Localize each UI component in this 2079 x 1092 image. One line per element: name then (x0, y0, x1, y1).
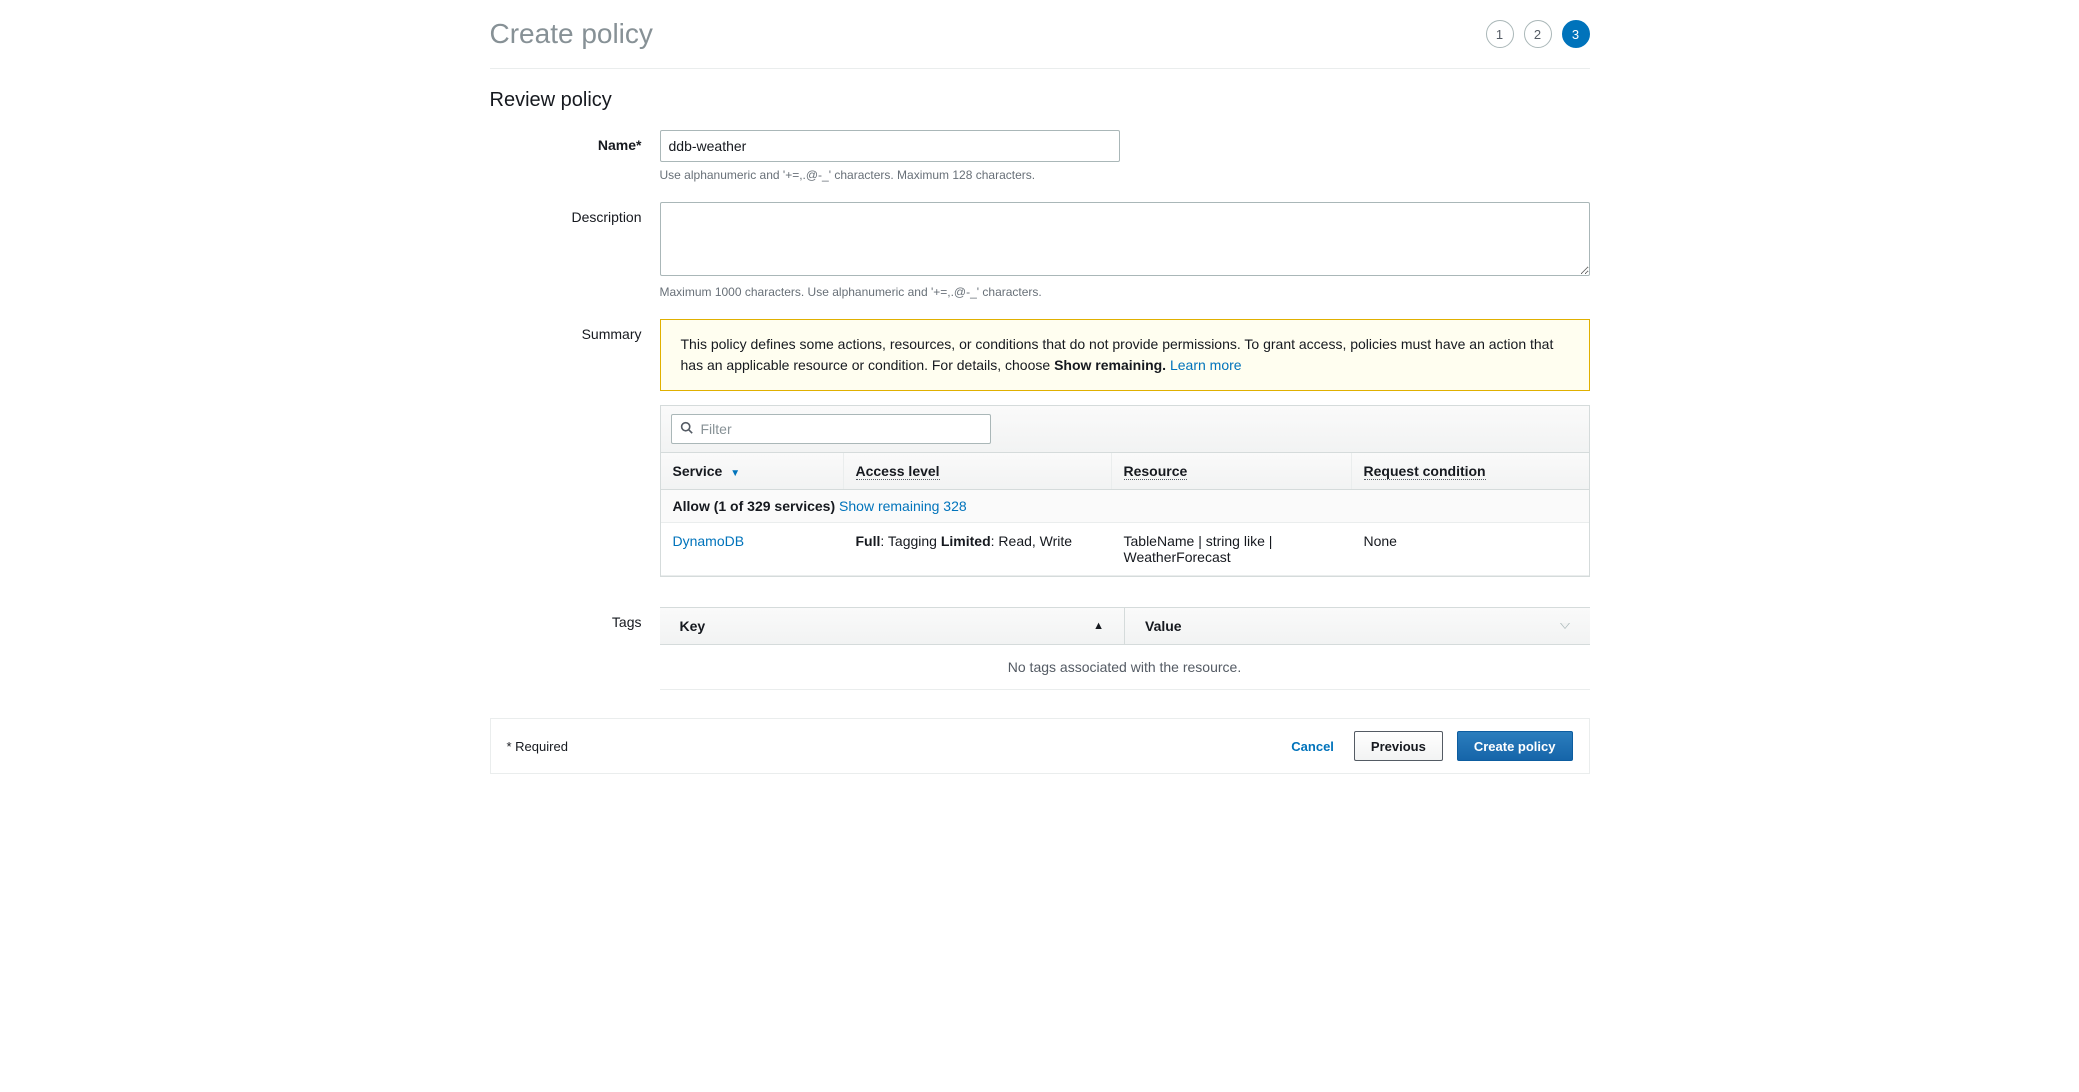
wizard-step-2[interactable]: 2 (1524, 20, 1552, 48)
col-resource-header[interactable]: Resource (1112, 453, 1352, 489)
summary-panel: Service ▼ Access level Resource Request … (660, 405, 1590, 577)
service-link[interactable]: DynamoDB (673, 533, 745, 549)
tags-row: Tags Key ▲ Value No tags associated with… (490, 607, 1590, 690)
sort-desc-icon (1560, 623, 1570, 629)
tags-value-header[interactable]: Value (1125, 608, 1590, 644)
section-title: Review policy (490, 89, 1590, 112)
name-row: Name* Use alphanumeric and '+=,.@-_' cha… (490, 130, 1590, 196)
previous-button[interactable]: Previous (1354, 731, 1443, 761)
tags-table-head: Key ▲ Value (660, 607, 1590, 645)
summary-warning: This policy defines some actions, resour… (660, 319, 1590, 391)
filter-box[interactable] (671, 414, 991, 444)
col-service-header[interactable]: Service ▼ (661, 453, 844, 489)
sort-asc-icon: ▲ (1093, 620, 1104, 632)
name-label: Name* (490, 130, 660, 196)
allow-count: Allow (1 of 329 services) (673, 498, 836, 514)
summary-label: Summary (490, 319, 660, 577)
description-row: Description Maximum 1000 characters. Use… (490, 202, 1590, 313)
show-remaining-link[interactable]: Show remaining 328 (839, 498, 967, 514)
footer: * Required Cancel Previous Create policy (490, 718, 1590, 774)
page-header: Create policy 1 2 3 (490, 0, 1590, 69)
cancel-button[interactable]: Cancel (1285, 738, 1340, 755)
description-hint: Maximum 1000 characters. Use alphanumeri… (660, 285, 1590, 299)
required-note: * Required (507, 739, 568, 754)
filter-bar (661, 406, 1589, 453)
filter-input[interactable] (699, 420, 982, 438)
tags-label: Tags (490, 607, 660, 690)
search-icon (680, 421, 693, 437)
col-access-header[interactable]: Access level (844, 453, 1112, 489)
description-input[interactable] (660, 202, 1590, 276)
summary-table-head: Service ▼ Access level Resource Request … (661, 453, 1589, 490)
name-input[interactable] (660, 130, 1120, 162)
allow-summary-row: Allow (1 of 329 services) Show remaining… (661, 490, 1589, 523)
create-policy-button[interactable]: Create policy (1457, 731, 1573, 761)
wizard-step-1[interactable]: 1 (1486, 20, 1514, 48)
tags-key-header[interactable]: Key ▲ (660, 608, 1125, 644)
wizard-steps: 1 2 3 (1486, 20, 1590, 48)
page-title: Create policy (490, 18, 653, 50)
access-cell: Full: Tagging Limited: Read, Write (844, 523, 1112, 575)
col-request-header[interactable]: Request condition (1352, 453, 1589, 489)
name-hint: Use alphanumeric and '+=,.@-_' character… (660, 168, 1590, 182)
request-cell: None (1352, 523, 1589, 575)
summary-row: Summary This policy defines some actions… (490, 319, 1590, 577)
description-label: Description (490, 202, 660, 313)
footer-actions: Cancel Previous Create policy (1285, 731, 1572, 761)
caret-down-icon: ▼ (730, 468, 740, 479)
table-row: DynamoDB Full: Tagging Limited: Read, Wr… (661, 523, 1589, 576)
wizard-step-3[interactable]: 3 (1562, 20, 1590, 48)
resource-cell: TableName | string like | WeatherForecas… (1112, 523, 1352, 575)
learn-more-link[interactable]: Learn more (1170, 357, 1242, 373)
tags-empty: No tags associated with the resource. (660, 645, 1590, 690)
warning-bold: Show remaining. (1054, 357, 1166, 373)
